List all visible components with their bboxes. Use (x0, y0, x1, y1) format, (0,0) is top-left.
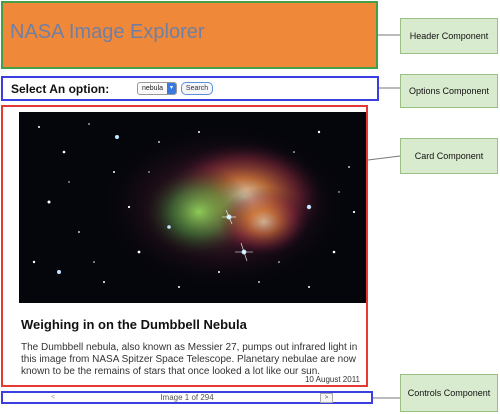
next-button[interactable]: > (320, 393, 333, 403)
options-component: Select An option: nebula ▾ Search (1, 76, 379, 101)
search-button[interactable]: Search (181, 82, 213, 95)
callout-header: Header Component (400, 18, 498, 54)
nebula-image (19, 112, 366, 303)
card-title: Weighing in on the Dumbbell Nebula (21, 317, 247, 332)
chevron-down-icon: ▾ (167, 83, 176, 94)
callout-options-label: Options Component (408, 86, 490, 96)
callout-controls-label: Controls Component (407, 388, 491, 398)
card-component: Weighing in on the Dumbbell Nebula The D… (1, 105, 368, 387)
callout-card-label: Card Component (414, 151, 484, 161)
app-title: NASA Image Explorer (10, 21, 205, 43)
callout-card: Card Component (400, 138, 498, 174)
option-select[interactable]: nebula ▾ (137, 82, 177, 95)
callout-controls: Controls Component (400, 374, 498, 412)
callout-header-label: Header Component (409, 31, 489, 41)
image-counter: Image 1 of 294 (160, 393, 214, 402)
option-select-value: nebula (142, 85, 164, 92)
callout-options: Options Component (400, 74, 498, 108)
nebula-illustration (19, 112, 366, 303)
header-component: NASA Image Explorer (3, 3, 376, 67)
card-date: 10 August 2011 (304, 375, 360, 384)
controls-component: < Image 1 of 294 > (1, 391, 373, 404)
options-label: Select An option: (11, 82, 110, 96)
card-connector (367, 155, 401, 161)
card-description: The Dumbbell nebula, also known as Messi… (21, 342, 358, 377)
